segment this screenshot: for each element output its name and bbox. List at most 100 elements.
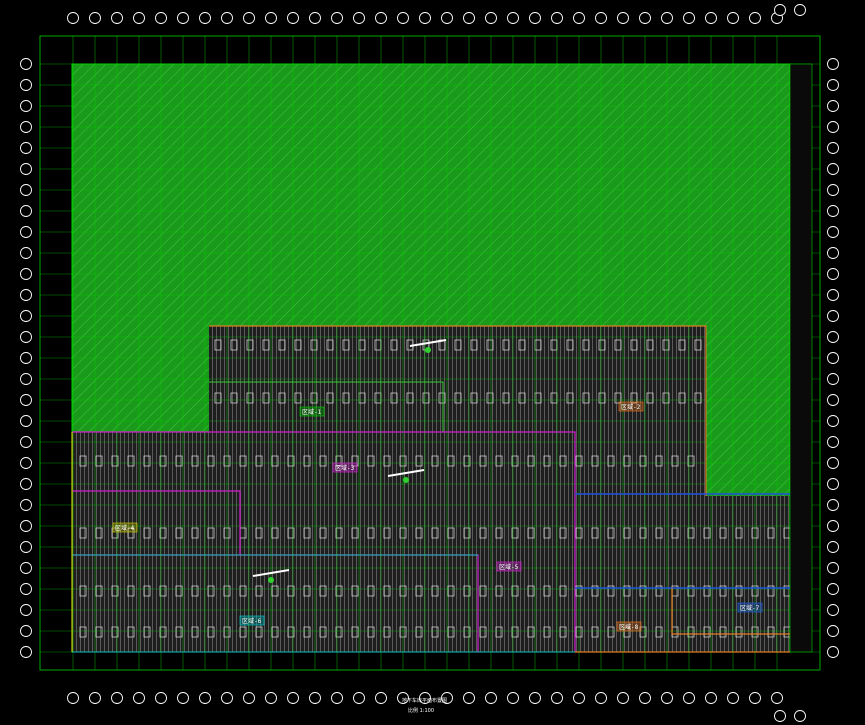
axis-bubble [331,692,343,704]
bubble-circle [827,205,839,217]
bubble-circle [67,12,79,24]
axis-bubble [794,4,806,16]
axis-bubble [20,142,32,154]
axis-bubble [20,478,32,490]
axis-bubble [419,12,431,24]
axis-bubble [20,415,32,427]
zone-h-label: 区域-8 [616,621,642,632]
axis-bubble [683,12,695,24]
axis-bubble [827,415,839,427]
zone-f-label: 区域-6 [239,615,265,626]
bubble-circle [683,12,695,24]
axis-bubble [67,12,79,24]
bubble-circle [20,331,32,343]
bubble-circle [595,12,607,24]
bubble-circle [20,373,32,385]
bubble-circle [827,394,839,406]
bubble-circle [20,226,32,238]
bubble-circle [827,184,839,196]
bubble-circle [683,692,695,704]
axis-bubble [617,12,629,24]
axis-bubble [287,692,299,704]
axis-bubble [353,692,365,704]
axis-bubble [20,499,32,511]
bubble-circle [827,499,839,511]
bubble-circle [20,352,32,364]
drawing-title: 地下车库平面布置图 [402,697,447,704]
bubble-circle [705,692,717,704]
bubble-circle [794,4,806,16]
axis-bubble [309,12,321,24]
bubble-circle [827,457,839,469]
label-text: 区域-3 [335,464,355,472]
axis-bubble [774,4,786,16]
bubble-circle [331,692,343,704]
bubble-circle [749,12,761,24]
label-text: 区域-5 [499,563,519,571]
bubble-circle [199,12,211,24]
bubble-circle [827,142,839,154]
bubble-circle [573,692,585,704]
axis-bubble [827,478,839,490]
bubble-circle [595,692,607,704]
axis-bubble [727,12,739,24]
label-text: 区域-4 [115,524,135,532]
zone-e-label: 区域-5 [496,561,522,572]
axis-bubble [827,247,839,259]
bubble-circle [177,12,189,24]
right-strip [789,63,813,653]
zone-a-label: 区域-1 [299,406,325,417]
bubble-circle [265,692,277,704]
axis-bubble [20,310,32,322]
bubble-circle [20,520,32,532]
zone-b-label: 区域-2 [618,401,644,412]
axis-bubble [20,604,32,616]
bubble-circle [20,163,32,175]
axis-bubble [89,692,101,704]
bubble-circle [133,12,145,24]
bubble-circle [827,478,839,490]
bubble-circle [794,710,806,722]
bubble-circle [774,4,786,16]
axis-bubble [827,436,839,448]
axis-bubble [827,184,839,196]
bubble-circle [155,692,167,704]
bubble-circle [111,12,123,24]
bubble-circle [20,436,32,448]
bubble-circle [827,415,839,427]
zone-d-label: 区域-4 [112,522,138,533]
axis-bubble [221,12,233,24]
bubble-circle [20,79,32,91]
bubble-circle [529,12,541,24]
bubble-circle [827,331,839,343]
axis-bubble [20,436,32,448]
axis-bubble [463,12,475,24]
bubble-circle [397,12,409,24]
bubble-circle [827,289,839,301]
axis-bubble [463,692,475,704]
bubble-circle [353,692,365,704]
bubble-circle [20,604,32,616]
bubble-circle [20,541,32,553]
bubble-circle [827,247,839,259]
bubble-circle [89,692,101,704]
axis-bubble [827,562,839,574]
bubble-circle [287,692,299,704]
axis-bubble [827,310,839,322]
label-text: 区域-8 [619,623,639,631]
bubble-circle [661,692,673,704]
axis-bubble [749,692,761,704]
axis-bubble [67,692,79,704]
bubble-circle [827,58,839,70]
axis-bubble [20,394,32,406]
axis-bubble [20,289,32,301]
bubble-circle [20,289,32,301]
axis-bubble [331,12,343,24]
axis-bubble [20,457,32,469]
axis-bubble [529,12,541,24]
axis-bubble [827,58,839,70]
axis-bubble [595,692,607,704]
bubble-circle [463,692,475,704]
axis-bubble [111,692,123,704]
axis-bubble [827,646,839,658]
